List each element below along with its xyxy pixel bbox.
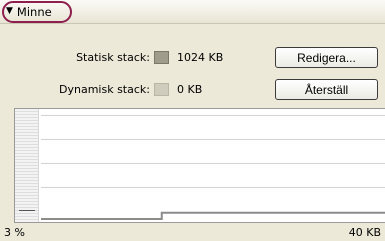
static-stack-swatch <box>154 51 169 64</box>
graph-axis-mark <box>19 210 35 211</box>
static-stack-value: 1024 KB <box>177 51 224 64</box>
dynamic-stack-row: Dynamisk stack: 0 KB Återställ <box>0 79 385 101</box>
usage-line <box>41 211 385 220</box>
dynamic-stack-swatch <box>154 83 169 96</box>
graph-min-label: 3 % <box>4 226 25 239</box>
panel-header: ▼ Minne <box>0 0 385 24</box>
usage-plot <box>41 211 385 220</box>
dynamic-stack-value: 0 KB <box>177 83 203 96</box>
static-stack-label: Statisk stack: <box>76 51 150 64</box>
graph-max-label: 40 KB <box>348 226 381 239</box>
edit-button[interactable]: Redigera... <box>275 47 378 68</box>
dynamic-stack-label: Dynamisk stack: <box>59 83 150 96</box>
memory-graph <box>14 108 385 223</box>
panel-title: Minne <box>16 4 52 19</box>
graph-scale-strip <box>15 109 39 222</box>
reset-button[interactable]: Återställ <box>275 79 378 100</box>
collapse-toggle[interactable]: ▼ Minne <box>6 3 52 20</box>
graph-plot-area <box>41 115 385 222</box>
static-stack-row: Statisk stack: 1024 KB Redigera... <box>0 47 385 69</box>
triangle-down-icon[interactable]: ▼ <box>6 7 13 16</box>
